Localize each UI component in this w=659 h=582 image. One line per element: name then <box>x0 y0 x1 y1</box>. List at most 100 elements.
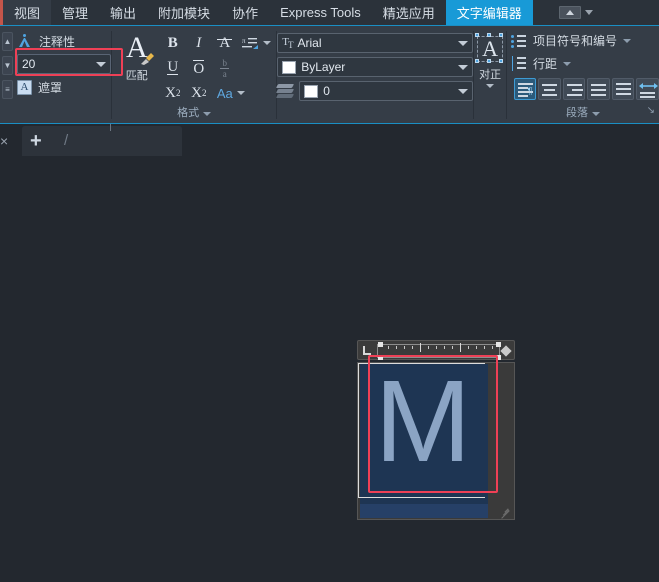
panel-font-combos-label <box>277 104 473 123</box>
chevron-down-icon[interactable] <box>622 38 631 43</box>
combo-column: TT Arial ByLayer 0 <box>276 30 474 101</box>
align-justify-button[interactable] <box>587 78 610 100</box>
panel-font-combos: TT Arial ByLayer 0 <box>276 26 474 123</box>
dialog-launcher-icon[interactable]: ↘ <box>647 101 655 120</box>
superscript-exp: 2 <box>175 88 181 98</box>
text-color-value: ByLayer <box>301 60 346 74</box>
strikethrough-button[interactable]: A <box>213 32 237 54</box>
change-case-label: Aa <box>216 85 233 101</box>
superscript-base: X <box>165 84 176 101</box>
panel-font-combos-body: TT Arial ByLayer 0 <box>276 26 474 104</box>
justify-button[interactable]: A 对正 <box>474 30 506 88</box>
underline-button[interactable]: U <box>161 57 185 79</box>
chevron-down-icon[interactable] <box>458 64 469 70</box>
subscript-button[interactable]: X2 <box>187 82 211 104</box>
paragraph-width-button[interactable] <box>636 78 659 100</box>
ruler-resize-diamond-icon[interactable] <box>500 345 512 357</box>
justify-icon: A <box>475 33 505 65</box>
triangle-up-icon <box>565 10 574 15</box>
document-tab[interactable] <box>22 126 182 157</box>
match-properties-button[interactable]: A 匹配 <box>115 30 159 83</box>
annotative-label: 注释性 <box>39 34 76 49</box>
tab-stop-icon[interactable] <box>363 346 371 355</box>
ribbon-tab-express-tools[interactable]: Express Tools <box>269 0 372 25</box>
overline-button[interactable]: O <box>187 57 211 79</box>
panel-justify-body: A 对正 <box>474 26 506 104</box>
ribbon-tab-featured-apps[interactable]: 精选应用 <box>371 0 446 25</box>
align-left-button[interactable]: ¶ <box>513 78 537 100</box>
paragraph-column: 项目符号和编号 行距 ¶ <box>507 30 659 100</box>
ribbon-minimize-control[interactable] <box>555 0 597 25</box>
chevron-down-icon[interactable] <box>584 10 593 15</box>
alignment-button-row: ¶ <box>511 78 659 100</box>
chevron-down-icon[interactable] <box>262 41 271 45</box>
justify-glyph: A <box>482 36 499 61</box>
indent-handle-top-icon[interactable] <box>378 342 383 347</box>
ribbon-tab-addins[interactable]: 附加模块 <box>147 0 222 25</box>
stack-button: b a <box>213 57 237 79</box>
chevron-down-icon[interactable] <box>458 40 469 46</box>
panel-annotation-body: 注释性 20 A 遮罩 <box>13 26 111 104</box>
chevron-down-icon[interactable] <box>203 111 212 116</box>
panel-paragraph-body: 项目符号和编号 行距 ¶ <box>507 26 659 104</box>
oblique-angle-button[interactable]: π <box>239 32 263 54</box>
ribbon-tab-text-editor[interactable]: 文字编辑器 <box>445 0 533 25</box>
line-spacing-button[interactable]: 行距 <box>511 53 659 74</box>
superscript-button[interactable]: X2 <box>161 82 185 104</box>
chevron-down-icon[interactable] <box>236 91 245 95</box>
match-properties-icon: A <box>120 32 154 66</box>
panel-paragraph-label: 段落 <box>565 107 588 119</box>
align-distribute-button[interactable] <box>611 78 635 100</box>
align-center-button[interactable] <box>538 78 561 100</box>
editor-resize-grip[interactable] <box>500 505 512 519</box>
svg-text:π: π <box>242 37 246 45</box>
close-icon[interactable]: × <box>0 133 8 149</box>
stub-button-3[interactable]: ≡ <box>2 80 13 99</box>
document-tab-strip: × + / <box>0 123 659 157</box>
italic-button[interactable]: I <box>187 32 211 54</box>
ribbon-tab-collaborate[interactable]: 协作 <box>221 0 270 25</box>
formatting-row-3: X2 X2 Aa <box>161 82 271 104</box>
new-tab-icon[interactable]: + <box>30 130 42 153</box>
text-height-combo[interactable]: 20 <box>17 54 111 74</box>
annotative-toggle[interactable]: 注释性 <box>17 30 111 52</box>
formatting-row-1: B I A π <box>161 32 271 54</box>
bullets-numbering-label: 项目符号和编号 <box>532 34 617 48</box>
font-family-combo[interactable]: TT Arial <box>277 33 474 53</box>
stub-button-2[interactable]: ▼ <box>2 56 13 75</box>
change-case-button[interactable]: Aa <box>213 82 237 104</box>
mask-button[interactable]: A 遮罩 <box>17 76 111 98</box>
ribbon-collapse-icon[interactable] <box>558 6 581 19</box>
bullets-numbering-button[interactable]: 项目符号和编号 <box>510 30 659 51</box>
stub-button-1[interactable]: ▲ <box>2 32 13 51</box>
text-height-value: 20 <box>22 57 36 71</box>
chevron-down-icon[interactable] <box>591 111 600 116</box>
ribbon-tab-manage-label: 管理 <box>62 6 89 21</box>
ribbon-tab-manage[interactable]: 管理 <box>51 0 100 25</box>
ribbon-tab-output[interactable]: 输出 <box>99 0 148 25</box>
ribbon-tab-view[interactable]: 视图 <box>3 0 52 25</box>
match-properties-label: 匹配 <box>125 70 148 82</box>
drawing-canvas[interactable]: M <box>0 156 659 582</box>
panel-paragraph-label-row: 段落 ↘ <box>507 104 659 123</box>
annotative-icon <box>17 33 33 49</box>
collapsed-panel-stubs: ▲ ▼ ≡ <box>0 26 13 123</box>
panel-justify: A 对正 <box>474 26 506 123</box>
overline-label: O <box>193 59 205 77</box>
chevron-down-icon[interactable] <box>486 84 495 88</box>
grip-handle-icon <box>475 59 480 63</box>
layer-combo[interactable]: 0 <box>299 81 474 101</box>
chevron-down-icon[interactable] <box>458 88 469 94</box>
chevron-down-icon[interactable] <box>96 61 106 67</box>
strikethrough-glyph: A <box>217 35 233 52</box>
margin-handle-top-icon[interactable] <box>496 342 501 347</box>
bold-label: B <box>167 34 178 51</box>
grip-handle-icon <box>487 33 492 37</box>
grip-handle-icon <box>475 33 480 37</box>
inplace-text-editor[interactable]: M <box>357 340 515 520</box>
text-color-combo[interactable]: ByLayer <box>277 57 474 77</box>
chevron-down-icon[interactable] <box>562 61 571 66</box>
bold-button[interactable]: B <box>161 32 185 54</box>
align-right-button[interactable] <box>562 78 586 100</box>
brush-icon <box>140 53 154 65</box>
